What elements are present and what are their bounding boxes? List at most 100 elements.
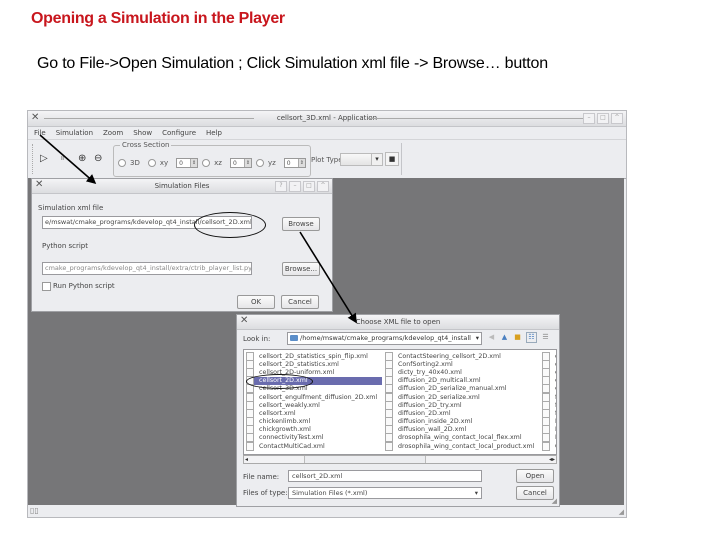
xz-spinbox[interactable]: 0 ⇕ [229,158,252,168]
menu-file[interactable]: File [34,129,46,137]
back-icon[interactable]: ◀ [487,333,496,342]
scroll-right-icon[interactable]: ◂▸ [549,456,555,463]
resize-grip-icon[interactable]: ◢ [552,497,557,505]
shade-button[interactable]: ^ [317,181,329,192]
minimize-button[interactable]: – [583,113,595,124]
file-list-item[interactable]: cellsort.xml [246,408,382,418]
menu-simulation[interactable]: Simulation [56,129,93,137]
plot-type-label: Plot Type [311,156,343,164]
file-list-item[interactable]: diffusion_2D.xml [385,408,540,418]
radio-3d[interactable] [118,159,126,167]
file-list-item[interactable]: ConfSorting2.xml [385,359,540,369]
spin-arrows-icon[interactable]: ⇕ [297,159,305,167]
open-button[interactable]: Open [516,469,554,483]
camera-icon[interactable]: ■ [385,152,399,166]
file-column-2: ContactSteering_cellsort_2D.xml ConfSorti… [385,351,540,451]
chevron-down-icon[interactable]: ▾ [476,333,479,344]
radio-yz[interactable] [255,159,264,167]
cancel-button[interactable]: Cancel [516,486,554,500]
radio-xy[interactable] [147,159,156,167]
spin-arrows-icon[interactable]: ⇕ [190,159,198,167]
maximize-button[interactable]: □ [597,113,609,124]
titlebar-line [368,118,588,119]
file-icon [542,441,550,451]
run-python-checkbox[interactable] [42,282,51,291]
file-list-item[interactable]: drosophila_wing_contact_local_product.xm… [385,441,540,451]
file-list-item[interactable]: diffusion_2D_serialize_manual.xml [385,384,540,394]
file-list-item[interactable]: diffusion_2D_multicall.xml [385,376,540,386]
look-in-value: /home/mswat/cmake_programs/kdevelop_qt4_… [300,334,471,342]
file-name: cellsort_engulfment_diffusion_2D.xml [259,393,378,401]
file-column-1: cellsort_2D_statistics_spin_flip.xml cell… [246,351,382,451]
file-list-item[interactable]: chickenlimb.xml [246,417,382,427]
scroll-thumb[interactable] [304,456,426,463]
scroll-left-icon[interactable]: ◂ [245,456,248,463]
menu-help[interactable]: Help [206,129,222,137]
file-list-item[interactable]: cellsort_engulfment_diffusion_2D.xml [246,392,382,402]
file-list-item[interactable]: ContactSteering_cellsort_2D.xml [385,351,540,361]
file-list-item[interactable]: diffusion_wall_2D.xml [385,425,540,435]
detail-view-icon[interactable]: ☰ [541,333,550,342]
browse-button[interactable]: Browse [282,217,320,231]
file-name: e [555,369,556,376]
toolbar-grip[interactable] [32,144,35,174]
up-icon[interactable]: ▲ [500,333,509,342]
file-name: cellsort_2D_statistics_spin_flip.xml [259,352,368,360]
files-of-type-value: Simulation Files (*.xml) [292,489,368,497]
file-list-item[interactable]: cellsort_2D_statistics_spin_flip.xml [246,351,382,361]
file-list-item[interactable]: drosophila_wing_contact_local_flex.xml [385,433,540,443]
horizontal-scrollbar[interactable]: ◂ ◂▸ [243,455,557,464]
file-list-item[interactable]: cellsort_2D_statistics.xml [246,359,382,369]
file-list-item[interactable]: chickgrowth.xml [246,425,382,435]
maximize-button[interactable]: □ [303,181,315,192]
help-button[interactable]: ? [275,181,287,192]
slide-instruction: Go to File->Open Simulation ; Click Simu… [37,55,548,72]
file-list-item[interactable]: diffusion_2D_try.xml [385,400,540,410]
python-script-input[interactable]: cmake_programs/kdevelop_qt4_install/extr… [42,262,252,275]
new-folder-icon[interactable]: ■ [513,333,522,342]
file-list-item[interactable]: diffusion_2D_serialize.xml [385,392,540,402]
app-titlebar: ✕ cellsort_3D.xml - Application – □ ^ [28,111,626,127]
file-list-item[interactable]: G [542,441,556,451]
file-list-item[interactable]: diffusion_inside_2D.xml [385,417,540,427]
yz-spinbox[interactable]: 0 ⇕ [283,158,306,168]
zoom-out-icon[interactable]: ⊖ [94,153,102,164]
file-name: diffusion_2D_try.xml [398,401,462,409]
menubar: File Simulation Zoom Show Configure Help [28,126,626,139]
file-list-item[interactable]: ContactMultiCad.xml [246,441,382,451]
pause-icon[interactable]: ⏸ [60,153,65,164]
browse-python-button[interactable]: Browse... [282,262,320,276]
ok-button[interactable]: OK [237,295,275,309]
file-name-label: File name: [243,473,280,481]
python-script-label: Python script [42,242,88,250]
file-list[interactable]: cellsort_2D_statistics_spin_flip.xml cell… [243,349,557,455]
file-list-item[interactable]: dicty_try_40x40.xml [385,367,540,377]
file-name-input[interactable]: cellsort_2D.xml [288,470,482,482]
play-icon[interactable]: ▷ [40,153,48,164]
menu-configure[interactable]: Configure [162,129,196,137]
files-of-type-select[interactable]: Simulation Files (*.xml) ▾ [288,487,482,499]
files-of-type-label: Files of type: [243,489,288,497]
shade-button[interactable]: ^ [611,113,623,124]
menu-show[interactable]: Show [133,129,152,137]
run-python-label: Run Python script [53,282,115,290]
list-view-icon[interactable]: ☷ [526,332,537,343]
sim-xml-label: Simulation xml file [38,204,104,212]
cancel-button[interactable]: Cancel [281,295,319,309]
zoom-in-icon[interactable]: ⊕ [78,153,86,164]
resize-grip-icon[interactable]: ◢ [619,508,624,516]
xy-spinbox[interactable]: 0 ⇕ [176,158,199,168]
file-name: e [555,377,556,384]
look-in-select[interactable]: /home/mswat/cmake_programs/kdevelop_qt4_… [287,332,482,345]
file-list-item[interactable]: cellsort_weakly.xml [246,400,382,410]
slide-title: Opening a Simulation in the Player [31,10,285,27]
radio-xz[interactable] [202,159,211,167]
file-name: dicty_try_40x40.xml [398,368,462,376]
chevron-down-icon[interactable]: ▾ [475,488,478,498]
file-name: cellsort_2D_statistics.xml [259,360,339,368]
chevron-down-icon[interactable]: ▾ [371,153,383,166]
minimize-button[interactable]: – [289,181,301,192]
spin-arrows-icon[interactable]: ⇕ [243,159,251,167]
file-list-item[interactable]: connectivityTest.xml [246,433,382,443]
menu-zoom[interactable]: Zoom [103,129,123,137]
